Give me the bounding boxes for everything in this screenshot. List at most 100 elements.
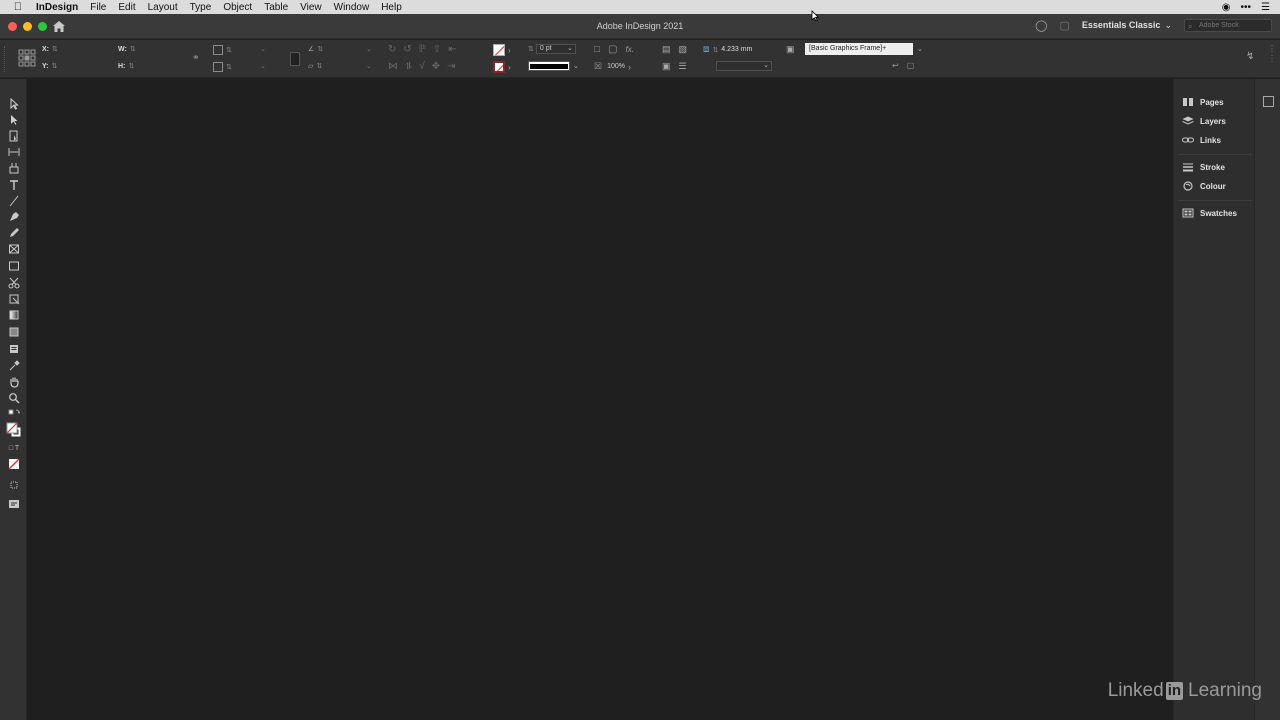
opacity-value[interactable]: 100% — [607, 63, 625, 70]
width-field[interactable]: W: ⇅ — [118, 45, 136, 54]
pen-tool-icon[interactable] — [6, 210, 22, 224]
menu-type[interactable]: Type — [190, 2, 212, 13]
apply-none-icon[interactable] — [6, 457, 22, 471]
reference-point-icon[interactable] — [18, 49, 36, 67]
flip-horizontal-icon[interactable]: ⋈ — [388, 61, 398, 72]
fx-button[interactable]: fx. — [626, 45, 634, 54]
rotate-cw-icon[interactable]: ↻ — [388, 44, 396, 55]
rectangle-tool-icon[interactable] — [6, 259, 22, 273]
menu-file[interactable]: File — [90, 2, 106, 13]
wrap-object-icon[interactable]: ☰ — [679, 61, 687, 72]
lightning-icon[interactable]: ↯ — [1246, 51, 1254, 62]
menu-indesign[interactable]: InDesign — [36, 2, 78, 13]
stroke-weight-input[interactable]: 0 pt ⌄ — [535, 44, 576, 54]
chevron-down-icon[interactable]: ⌄ — [917, 45, 923, 53]
rectangle-frame-tool-icon[interactable] — [6, 242, 22, 256]
apple-icon[interactable]:  — [12, 1, 24, 13]
document-canvas[interactable] — [27, 79, 1173, 720]
y-position-field[interactable]: Y: ⇅ — [42, 62, 57, 71]
panel-menu-icon[interactable]: ⋮ ⋮ — [1268, 44, 1276, 64]
menu-edit[interactable]: Edit — [118, 2, 135, 13]
panel-grip[interactable] — [4, 46, 6, 72]
free-transform-tool-icon[interactable] — [6, 292, 22, 306]
layers-panel-button[interactable]: Layers — [1182, 116, 1226, 126]
screen-mode-icon[interactable] — [6, 478, 22, 492]
wrap-bounding-icon[interactable]: ▣ — [662, 61, 671, 72]
select-content-icon[interactable]: ✥ — [432, 61, 440, 72]
clear-overrides-icon[interactable]: ↩ — [892, 61, 899, 70]
workspace-switcher[interactable]: Essentials Classic ⌄ — [1082, 20, 1172, 31]
stepper-icon[interactable]: ⇅ — [130, 45, 136, 53]
fitting-offset-field[interactable]: ⧈ ⇅ 4.233 mm — [703, 44, 752, 55]
constrain-proportions-icon[interactable]: ⚭ — [192, 52, 200, 63]
fill-arrow-icon[interactable]: › — [508, 46, 511, 55]
stepper-icon[interactable]: ⇅ — [316, 62, 322, 70]
scale-y-dropdown[interactable]: ⌄ — [260, 62, 266, 70]
menu-table[interactable]: Table — [264, 2, 288, 13]
wrap-jump-icon[interactable]: ▧ — [679, 44, 688, 55]
scale-x-field[interactable]: ⇅ — [213, 45, 232, 55]
colour-panel-button[interactable]: Colour — [1182, 181, 1226, 191]
pencil-tool-icon[interactable] — [6, 226, 22, 240]
gradient-feather-tool-icon[interactable] — [6, 325, 22, 339]
flip-vertical-icon[interactable]: ⥮ — [405, 61, 412, 72]
stepper-icon[interactable]: ⇅ — [226, 63, 232, 71]
stroke-type-swatch[interactable] — [528, 61, 570, 71]
opacity-arrow-icon[interactable]: › — [628, 62, 631, 72]
rotate-dropdown[interactable]: ⌄ — [366, 45, 372, 53]
swatches-panel-button[interactable]: Swatches — [1182, 208, 1237, 218]
stepper-icon[interactable]: ⇅ — [51, 62, 57, 70]
stepper-icon[interactable]: ⇅ — [317, 45, 323, 53]
list-icon[interactable]: ☰ — [1261, 2, 1270, 13]
adjust-layout-icon[interactable] — [6, 497, 22, 511]
next-object-icon[interactable]: ⇥ — [447, 61, 455, 72]
gap-tool-icon[interactable] — [6, 145, 22, 159]
style-override-input[interactable]: ⌄ — [716, 61, 772, 71]
pages-panel-button[interactable]: Pages — [1182, 97, 1224, 107]
constrain-scale-icon[interactable] — [290, 52, 300, 66]
adobe-stock-search[interactable]: ⌕ Adobe Stock — [1184, 19, 1272, 32]
direct-selection-tool-icon[interactable] — [6, 113, 22, 127]
scale-y-field[interactable]: ⇅ — [213, 62, 232, 72]
formatting-affects-icon[interactable]: □ T — [6, 443, 22, 453]
links-panel-button[interactable]: Links — [1182, 135, 1221, 145]
previous-object-icon[interactable]: ⇤ — [448, 44, 456, 55]
menu-layout[interactable]: Layout — [148, 2, 178, 13]
note-tool-icon[interactable] — [6, 342, 22, 356]
stroke-swatch[interactable] — [493, 61, 505, 73]
stroke-panel-button[interactable]: Stroke — [1182, 162, 1225, 172]
object-style-field[interactable]: [Basic Graphics Frame]+ ⌄ — [805, 43, 923, 55]
stepper-icon[interactable]: ⇅ — [52, 45, 58, 53]
lightbulb-icon[interactable]: ◯ — [1035, 19, 1047, 32]
default-fill-stroke-icon[interactable] — [6, 408, 22, 418]
stepper-icon[interactable]: ⇅ — [128, 62, 134, 70]
menu-window[interactable]: Window — [334, 2, 370, 13]
new-style-icon[interactable]: ▢ — [907, 61, 915, 70]
fitting-icon[interactable]: ⧈ — [703, 44, 709, 55]
scale-x-dropdown[interactable]: ⌄ — [260, 45, 266, 53]
menu-object[interactable]: Object — [223, 2, 252, 13]
more-icon[interactable]: ••• — [1241, 2, 1252, 13]
select-container-icon[interactable]: ⇧ — [433, 44, 441, 55]
scissors-tool-icon[interactable] — [6, 276, 22, 290]
flip-indicator-icon[interactable]: √ — [419, 61, 425, 72]
stepper-icon[interactable]: ⇅ — [226, 46, 232, 54]
gradient-swatch-tool-icon[interactable] — [6, 308, 22, 322]
fitting-value[interactable]: 4.233 mm — [721, 46, 752, 53]
eyedropper-tool-icon[interactable] — [6, 359, 22, 373]
fill-stroke-swatches[interactable] — [6, 420, 22, 440]
x-position-field[interactable]: X: ⇅ — [42, 45, 58, 54]
menu-view[interactable]: View — [300, 2, 322, 13]
shear-dropdown[interactable]: ⌄ — [366, 62, 372, 70]
stepper-icon[interactable]: ⇅ — [712, 46, 718, 54]
frame-icon[interactable]: ▢ — [608, 44, 617, 55]
type-tool-icon[interactable] — [6, 178, 22, 192]
line-tool-icon[interactable] — [6, 194, 22, 208]
share-icon[interactable]: ▢ — [1059, 19, 1069, 32]
chevron-down-icon[interactable]: ⌄ — [573, 62, 579, 70]
zoom-tool-icon[interactable] — [6, 391, 22, 405]
content-collector-icon[interactable] — [6, 161, 22, 175]
hand-tool-icon[interactable] — [6, 375, 22, 389]
object-style-value[interactable]: [Basic Graphics Frame]+ — [805, 43, 913, 55]
rotate-angle-field[interactable]: ∠ ⇅ — [308, 45, 323, 53]
